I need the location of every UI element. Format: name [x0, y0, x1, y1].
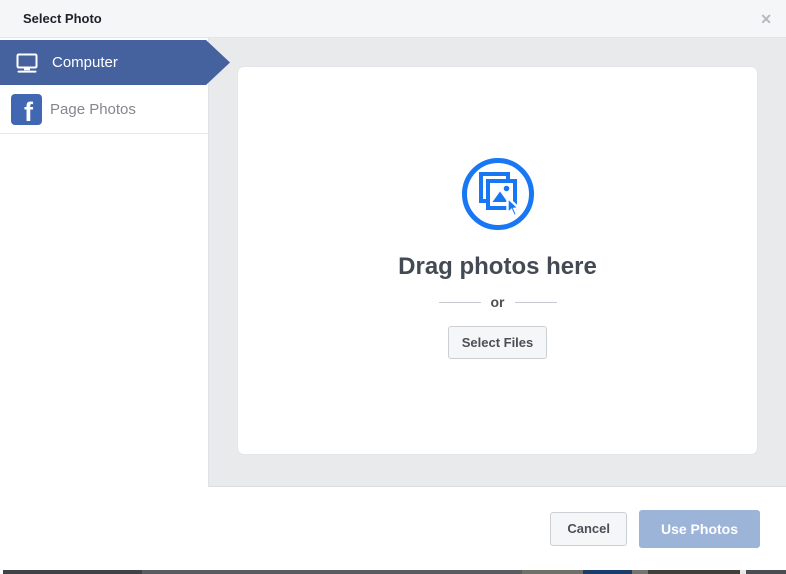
- sidebar-item-page-photos[interactable]: f Page Photos: [0, 85, 208, 134]
- dialog-footer: Cancel Use Photos: [0, 487, 786, 570]
- page-edge-segment: [746, 570, 786, 574]
- dialog-header: Select Photo ✕: [0, 0, 786, 38]
- dialog-title: Select Photo: [23, 11, 102, 26]
- page-edge-segment: [583, 570, 632, 574]
- sidebar-item-label: Page Photos: [50, 101, 136, 118]
- facebook-glyph: f: [24, 97, 33, 125]
- underlying-page-edge: [0, 570, 786, 574]
- sidebar-item-computer[interactable]: Computer: [0, 40, 230, 85]
- page-edge-segment: [632, 570, 648, 574]
- page-edge-segment: [3, 570, 142, 574]
- or-divider: or: [439, 294, 557, 310]
- sidebar-item-label: Computer: [52, 54, 118, 71]
- divider-line: [515, 302, 557, 303]
- page-edge-segment: [142, 570, 522, 574]
- content-area: Drag photos here or Select Files: [209, 38, 786, 487]
- facebook-icon: f: [11, 94, 42, 125]
- dialog-body: Computer f Page Photos Drag ph: [0, 38, 786, 487]
- computer-icon: [15, 53, 39, 73]
- divider-line: [439, 302, 481, 303]
- photo-dropzone[interactable]: Drag photos here or Select Files: [237, 66, 758, 455]
- select-files-button[interactable]: Select Files: [448, 326, 548, 359]
- use-photos-button[interactable]: Use Photos: [639, 510, 760, 548]
- cancel-button[interactable]: Cancel: [550, 512, 627, 546]
- dropzone-heading: Drag photos here: [398, 253, 597, 281]
- page-edge-segment: [522, 570, 583, 574]
- divider-label: or: [491, 294, 505, 310]
- close-icon[interactable]: ✕: [760, 12, 772, 26]
- page-edge-segment: [648, 570, 740, 574]
- add-photos-icon: [459, 155, 537, 233]
- sidebar: Computer f Page Photos: [0, 38, 209, 487]
- select-photo-dialog: Select Photo ✕ Computer f Page Photos: [0, 0, 786, 574]
